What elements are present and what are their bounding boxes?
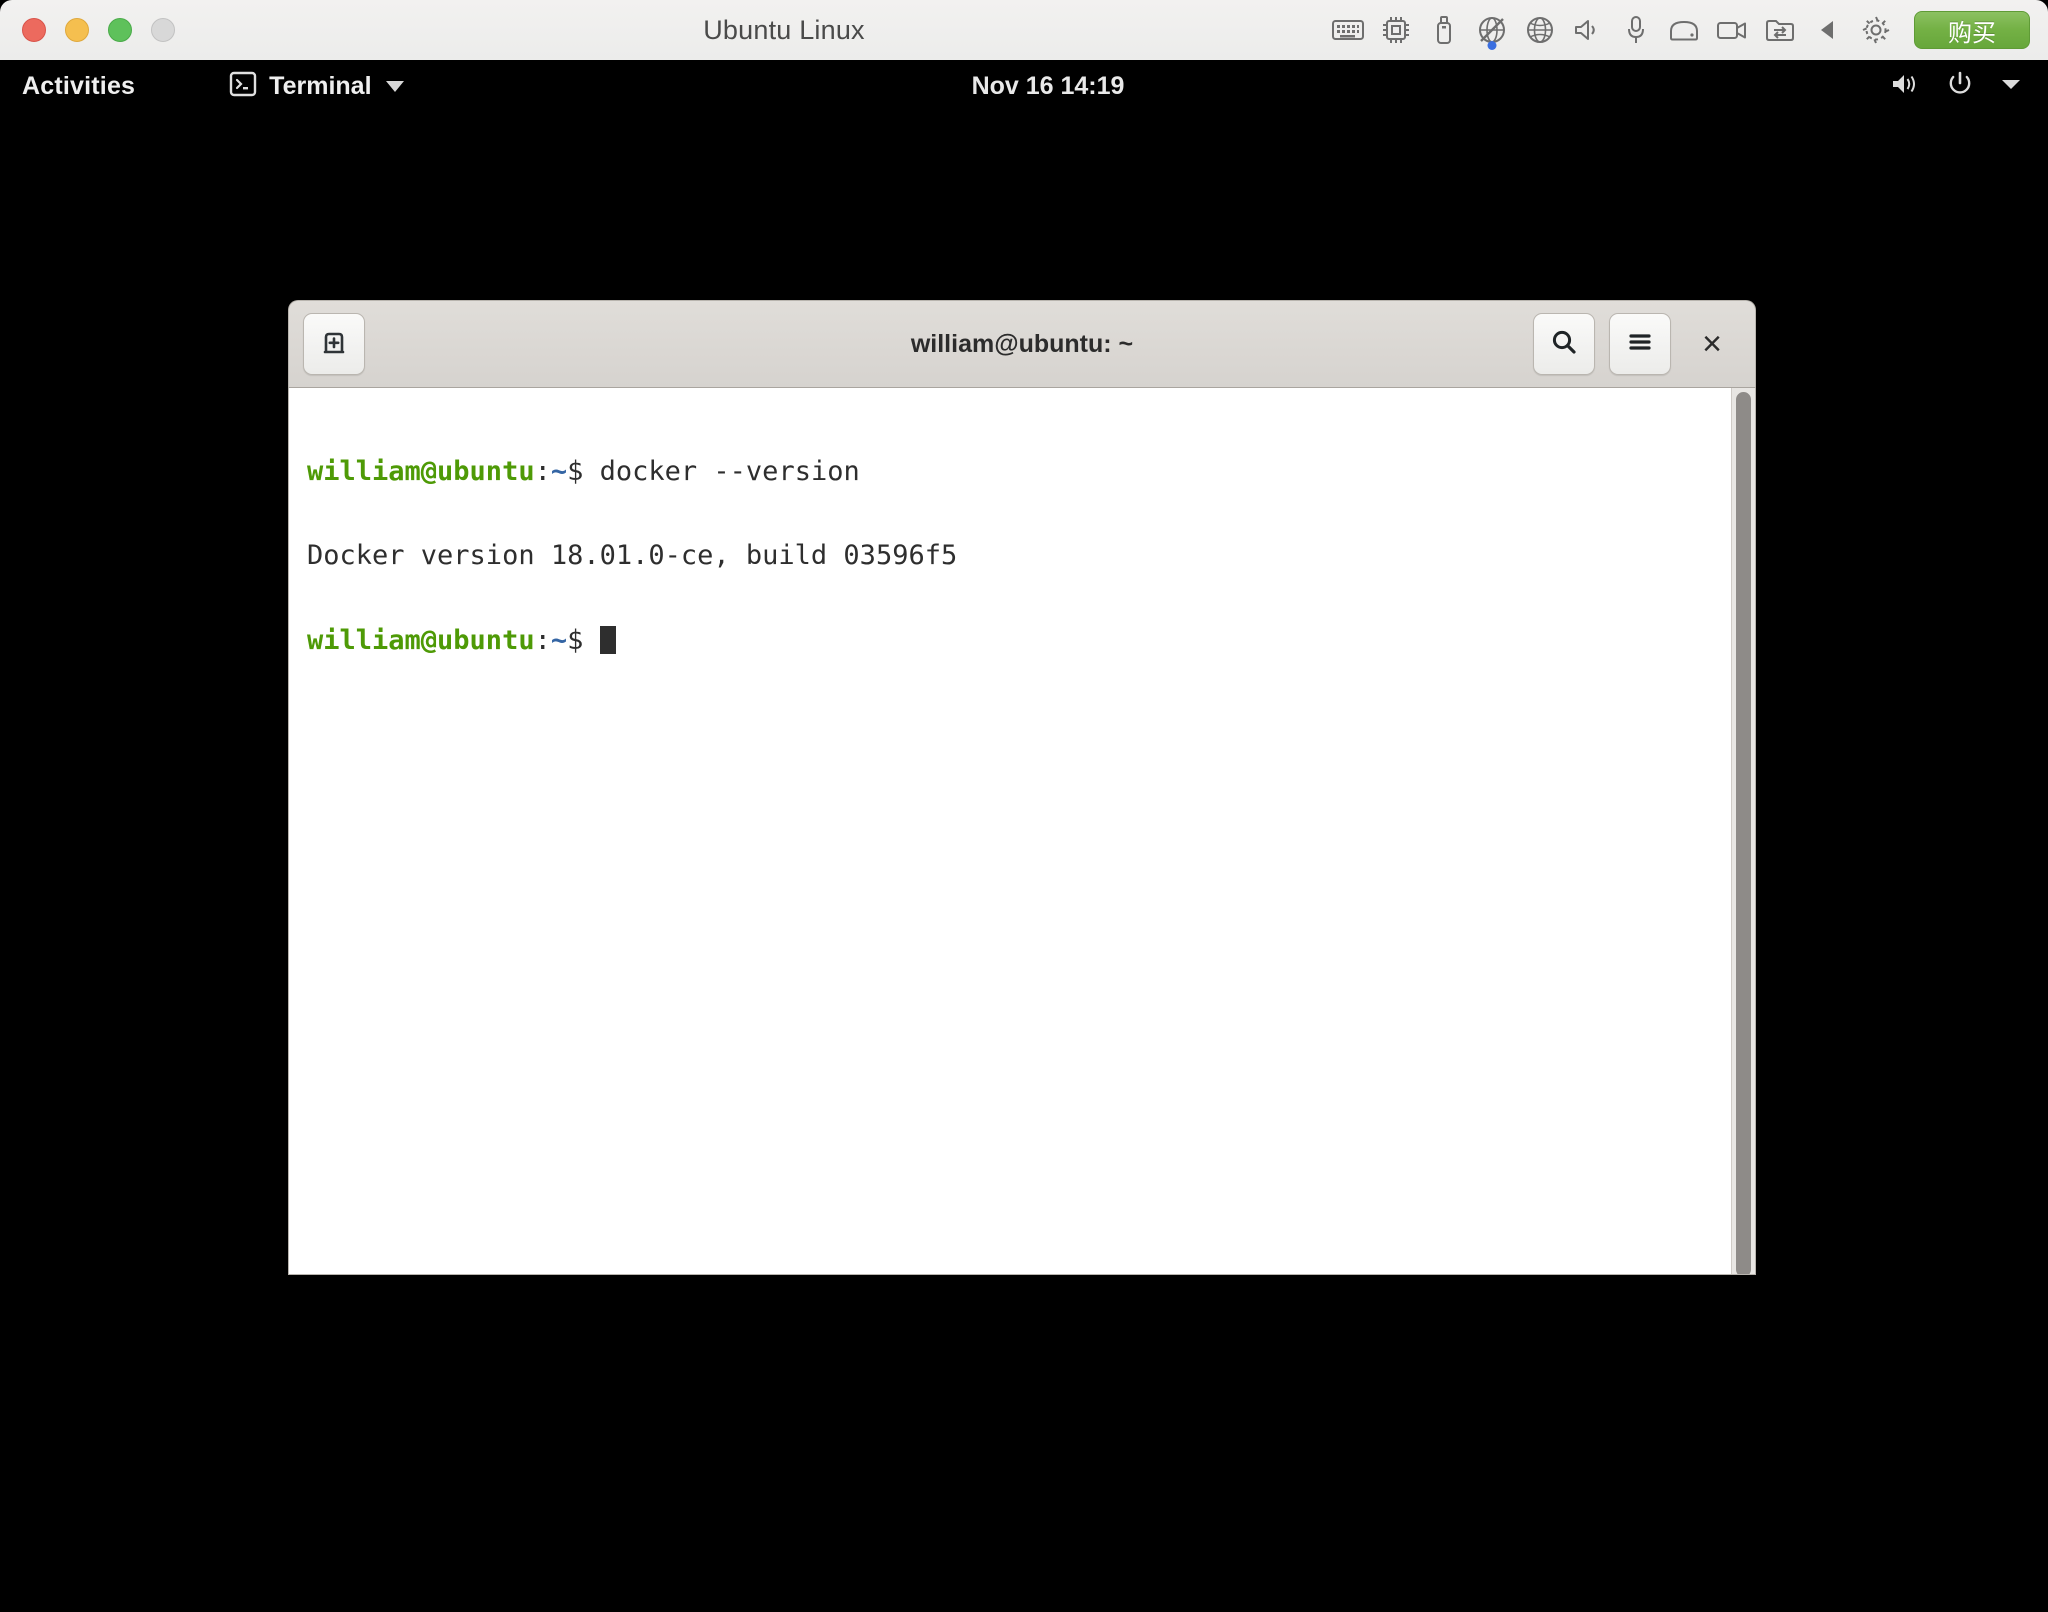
clock-text: Nov 16 14:19 bbox=[971, 71, 1125, 100]
terminal-output-text: Docker version 18.01.0-ce, build 03596f5 bbox=[307, 540, 958, 572]
disk-icon[interactable] bbox=[1660, 0, 1708, 60]
usb-icon[interactable] bbox=[1420, 0, 1468, 60]
terminal-cursor bbox=[599, 626, 616, 655]
chevron-down-icon[interactable] bbox=[2000, 77, 2022, 96]
window-zoom-button[interactable] bbox=[108, 18, 132, 42]
play-back-icon[interactable] bbox=[1804, 0, 1852, 60]
host-toolbar: 购买 bbox=[1324, 0, 2030, 60]
terminal-scrollbar[interactable] bbox=[1731, 388, 1755, 1274]
terminal-icon bbox=[229, 70, 257, 103]
system-status-area[interactable] bbox=[1890, 70, 2022, 103]
speaker-icon[interactable] bbox=[1564, 0, 1612, 60]
hamburger-menu-icon bbox=[1626, 330, 1654, 359]
window-extra-button bbox=[151, 18, 175, 42]
power-icon[interactable] bbox=[1946, 70, 1974, 103]
network-activity-dot bbox=[1487, 41, 1497, 50]
screen: Ubuntu Linux 购买 Activities Terminal Nov … bbox=[0, 0, 2048, 1612]
prompt-user-host: william@ubuntu bbox=[307, 456, 535, 488]
search-icon bbox=[1549, 327, 1579, 362]
new-tab-button[interactable] bbox=[303, 313, 365, 375]
activities-button[interactable]: Activities bbox=[22, 72, 135, 101]
terminal-body[interactable]: william@ubuntu:~$ docker --version Docke… bbox=[288, 388, 1756, 1275]
host-window-title-text: Ubuntu Linux bbox=[703, 14, 865, 45]
window-close-button[interactable] bbox=[22, 18, 46, 42]
terminal-title-text: william@ubuntu: ~ bbox=[910, 329, 1134, 358]
gnome-top-panel: Activities Terminal Nov 16 14:19 bbox=[0, 60, 2048, 112]
keyboard-icon[interactable] bbox=[1324, 0, 1372, 60]
desktop-background: william@ubuntu: ~ × william@ubuntu:~$ do… bbox=[0, 112, 2048, 1612]
terminal-line: william@ubuntu:~$ docker --version bbox=[307, 458, 1737, 486]
terminal-titlebar[interactable]: william@ubuntu: ~ × bbox=[288, 300, 1756, 388]
shared-folder-icon[interactable] bbox=[1756, 0, 1804, 60]
terminal-command: docker --version bbox=[583, 456, 860, 488]
prompt-sigil: $ bbox=[567, 625, 584, 657]
window-minimize-button[interactable] bbox=[65, 18, 89, 42]
prompt-user-host: william@ubuntu bbox=[307, 625, 535, 657]
buy-button[interactable]: 购买 bbox=[1914, 11, 2030, 49]
menu-button[interactable] bbox=[1609, 313, 1671, 375]
terminal-scrollbar-thumb[interactable] bbox=[1736, 392, 1751, 1274]
app-menu-label: Terminal bbox=[269, 71, 372, 100]
gear-icon[interactable] bbox=[1852, 0, 1900, 60]
prompt-path: ~ bbox=[550, 456, 568, 488]
terminal-line: william@ubuntu:~$ bbox=[307, 625, 1737, 657]
host-window-titlebar: Ubuntu Linux 购买 bbox=[0, 0, 2048, 60]
prompt-path: ~ bbox=[550, 625, 568, 657]
terminal-window: william@ubuntu: ~ × william@ubuntu:~$ do… bbox=[288, 300, 1756, 1275]
terminal-line: Docker version 18.01.0-ce, build 03596f5 bbox=[307, 542, 1737, 570]
microphone-icon[interactable] bbox=[1612, 0, 1660, 60]
volume-icon[interactable] bbox=[1890, 71, 1920, 102]
new-tab-icon bbox=[319, 327, 349, 362]
search-button[interactable] bbox=[1533, 313, 1595, 375]
traffic-lights bbox=[22, 18, 175, 42]
app-menu-button[interactable]: Terminal bbox=[229, 70, 404, 103]
cpu-icon[interactable] bbox=[1372, 0, 1420, 60]
camera-icon[interactable] bbox=[1708, 0, 1756, 60]
prompt-separator: : bbox=[534, 625, 551, 657]
terminal-output: william@ubuntu:~$ docker --version Docke… bbox=[289, 388, 1755, 711]
prompt-sigil: $ bbox=[567, 456, 584, 488]
network-disabled-icon[interactable] bbox=[1468, 0, 1516, 60]
prompt-separator: : bbox=[534, 456, 551, 488]
chevron-down-icon bbox=[385, 80, 404, 92]
close-button[interactable]: × bbox=[1685, 314, 1739, 374]
globe-icon[interactable] bbox=[1516, 0, 1564, 60]
terminal-command bbox=[583, 625, 599, 656]
terminal-titlebar-controls: × bbox=[1533, 313, 1739, 375]
